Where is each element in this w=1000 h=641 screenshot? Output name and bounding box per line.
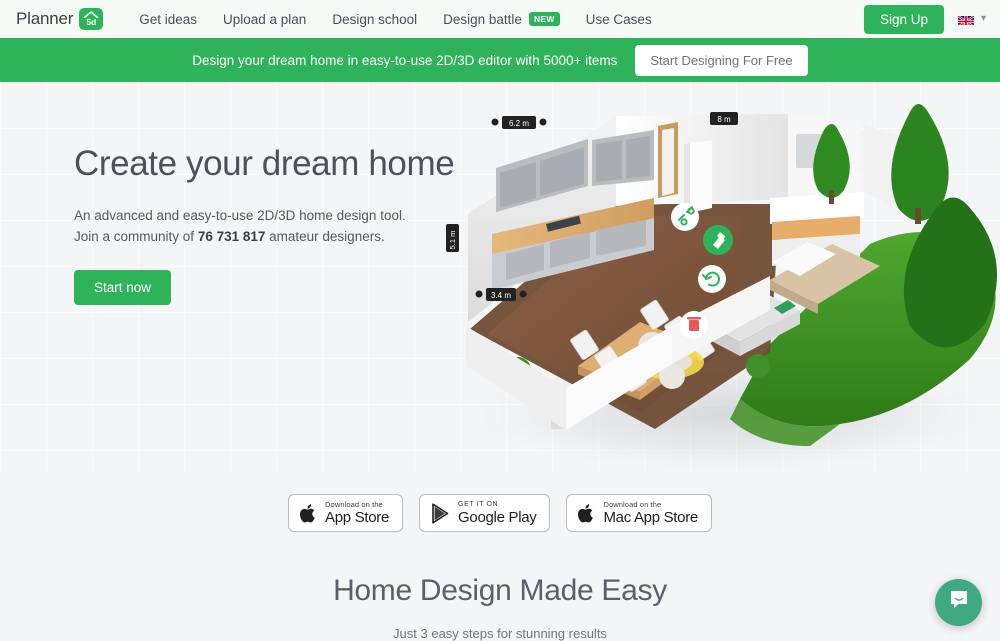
nav-item-label: Upload a plan — [223, 11, 307, 27]
measure-label-top: 6.2 m — [491, 116, 547, 129]
start-now-button[interactable]: Start now — [74, 270, 172, 306]
google-play-bottom-label: Google Play — [458, 509, 537, 526]
nav-links: Get ideas Upload a plan Design school De… — [139, 12, 652, 27]
tool-delete-button — [680, 311, 708, 339]
hero-section: Create your dream home An advanced and e… — [0, 82, 1000, 472]
play-icon — [431, 502, 450, 524]
top-navbar: Planner 5d Get ideas Upload a plan Desig… — [0, 0, 1000, 38]
svg-text:6.2 m: 6.2 m — [509, 119, 529, 128]
tool-paint-button — [703, 225, 733, 255]
community-count: 76 731 817 — [197, 229, 266, 245]
hero-copy: Create your dream home An advanced and e… — [74, 144, 494, 306]
nav-item-label: Design battle — [443, 11, 522, 27]
svg-text:3.4 m: 3.4 m — [491, 291, 511, 300]
google-play-top-label: GET IT ON — [458, 501, 499, 508]
logo-mark-text: 5d — [86, 16, 97, 27]
google-play-text: GET IT ON Google Play — [458, 501, 537, 526]
hero-subtitle: An advanced and easy-to-use 2D/3D home d… — [74, 206, 494, 248]
app-store-text: Download on the App Store — [325, 501, 389, 526]
svg-text:8 m: 8 m — [717, 115, 731, 124]
mac-app-store-bottom-label: Mac App Store — [603, 509, 698, 527]
apple-icon — [300, 503, 317, 524]
app-store-top-label: Download on the — [325, 499, 383, 509]
nav-item-use-cases[interactable]: Use Cases — [586, 12, 652, 27]
store-badges: Download on the App Store GET IT ON Goog… — [0, 472, 1000, 532]
promo-banner-text: Design your dream home in easy-to-use 2D… — [192, 52, 618, 68]
uk-flag-icon — [957, 14, 974, 25]
hero-subtitle-line2-post: amateur designers. — [265, 229, 385, 245]
section-title: Home Design Made Easy — [333, 574, 667, 607]
logo-text: Planner — [16, 9, 74, 28]
nav-item-design-school[interactable]: Design school — [332, 12, 417, 27]
mac-app-store-badge[interactable]: Download on the Mac App Store — [566, 494, 712, 532]
nav-item-label: Get ideas — [139, 11, 197, 27]
tool-resize-button — [671, 203, 699, 231]
chevron-down-icon: ▾ — [980, 13, 986, 24]
mac-app-store-text: Download on the Mac App Store — [603, 501, 698, 526]
app-store-badge[interactable]: Download on the App Store — [288, 494, 404, 532]
nav-right-group: Sign Up ▾ — [863, 4, 986, 34]
sign-up-button[interactable]: Sign Up — [863, 4, 944, 34]
hero-subtitle-line1: An advanced and easy-to-use 2D/3D home d… — [74, 208, 406, 224]
new-badge: NEW — [528, 11, 560, 27]
logo[interactable]: Planner 5d — [16, 8, 104, 30]
measure-label-right: 8 m — [710, 112, 738, 125]
chat-widget-button[interactable] — [935, 579, 982, 626]
tool-rotate-button — [698, 265, 726, 293]
google-play-badge[interactable]: GET IT ON Google Play — [419, 494, 551, 532]
language-selector[interactable]: ▾ — [957, 13, 986, 25]
chat-bubble-icon — [948, 589, 970, 616]
nav-item-upload-a-plan[interactable]: Upload a plan — [223, 12, 306, 27]
app-store-bottom-label: App Store — [325, 509, 390, 527]
home-design-section: Home Design Made Easy Just 3 easy steps … — [0, 532, 1000, 641]
house-icon — [83, 11, 99, 18]
nav-item-label: Design school — [332, 11, 418, 27]
floorplan-illustration[interactable]: 6.2 m 8 m 5.1 m 3.4 m — [440, 94, 1000, 472]
promo-banner: Design your dream home in easy-to-use 2D… — [0, 38, 1000, 82]
page-title: Create your dream home — [74, 144, 455, 183]
nav-item-label: Use Cases — [585, 11, 652, 27]
apple-icon — [578, 503, 595, 524]
start-designing-button[interactable]: Start Designing For Free — [635, 44, 808, 76]
logo-house-icon: 5d — [79, 8, 104, 30]
mac-app-store-top-label: Download on the — [603, 499, 662, 509]
hero-subtitle-line2-pre: Join a community of — [74, 229, 198, 245]
section-subtitle: Just 3 easy steps for stunning results — [393, 626, 607, 641]
nav-item-get-ideas[interactable]: Get ideas — [139, 12, 197, 27]
nav-item-design-battle[interactable]: Design battle NEW — [443, 12, 560, 27]
